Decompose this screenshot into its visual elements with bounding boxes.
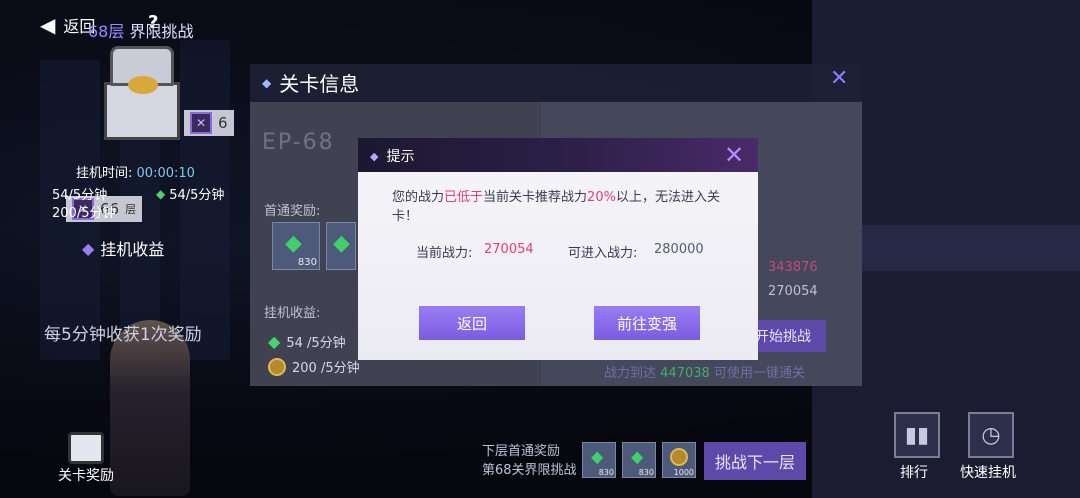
coin-icon bbox=[670, 448, 688, 466]
rank-label: 排行 bbox=[900, 465, 928, 481]
sweep-prefix: 战力到达 bbox=[604, 366, 657, 381]
idle-time-label: 挂机时间: bbox=[76, 166, 133, 181]
challenge-next-floor-button[interactable]: 挑战下一层 bbox=[704, 442, 806, 480]
gem-icon: ◆ bbox=[268, 332, 281, 351]
reward-item[interactable]: ◆ 830 bbox=[272, 222, 320, 270]
idle-time: 挂机时间: 00:00:10 bbox=[76, 162, 195, 181]
gem-icon: ◆ bbox=[285, 231, 302, 256]
gem-rate-left: 54/5分钟 bbox=[52, 188, 108, 203]
gem-icon: ◆ bbox=[631, 447, 644, 466]
idle-time-value: 00:00:10 bbox=[136, 166, 195, 181]
first-clear-reward-label: 首通奖励: bbox=[264, 204, 321, 219]
reward-interval-notice: 每5分钟收获1次奖励 bbox=[44, 325, 202, 345]
gem-rate-right: ◆ 54/5分钟 bbox=[156, 184, 225, 204]
reward-count: 830 bbox=[297, 257, 317, 268]
idle-reward-label: 挂机收益: bbox=[264, 306, 321, 321]
idle-coin-rate-value: 200 /5分钟 bbox=[292, 361, 360, 376]
reward-count: 1000 bbox=[673, 468, 694, 477]
back-arrow-icon: ◀ bbox=[40, 13, 56, 37]
dialog-back-button[interactable]: 返回 bbox=[419, 306, 525, 340]
diamond-bullet-icon: ◆ bbox=[262, 75, 272, 90]
stage-info-title: ◆ 关卡信息 bbox=[262, 68, 359, 97]
dialog-title-text: 提示 bbox=[386, 149, 415, 165]
earnings-label: 挂机收益 bbox=[100, 240, 165, 259]
msg-highlight1: 已低于 bbox=[444, 190, 484, 205]
chest-gold bbox=[128, 76, 158, 94]
episode-label: EP-68 bbox=[262, 130, 335, 155]
idle-gem-rate: ◆ 54 /5分钟 bbox=[268, 332, 346, 351]
stage-number: 6 bbox=[218, 114, 228, 132]
clock-icon: ◷ bbox=[981, 422, 1001, 448]
next-reward-item[interactable]: 1000 bbox=[662, 442, 696, 478]
recommended-power-value: 343876 bbox=[768, 260, 818, 275]
go-strengthen-button[interactable]: 前往变强 bbox=[594, 306, 700, 340]
stage-marker-upper[interactable]: ✕ 6 bbox=[184, 110, 234, 136]
next-reward-line1: 下层首通奖励 bbox=[482, 444, 561, 459]
character-sprite bbox=[110, 320, 190, 496]
warning-dialog: ◆ 提示 ✕ 您的战力已低于当前关卡推荐战力20%以上，无法进入关卡！ 当前战力… bbox=[358, 138, 758, 360]
dialog-title: ◆ 提示 bbox=[370, 146, 414, 166]
dialog-header bbox=[358, 138, 758, 172]
msg-part1: 您的战力 bbox=[392, 190, 445, 205]
required-power-label: 可进入战力: bbox=[568, 246, 638, 261]
floor-number: 68层 bbox=[88, 22, 125, 41]
diamond-icon: ◆ bbox=[82, 238, 95, 258]
next-reward-item[interactable]: ◆ 830 bbox=[622, 442, 656, 478]
idle-gem-rate-value: 54 /5分钟 bbox=[286, 336, 346, 351]
coin-icon bbox=[268, 357, 286, 376]
next-reward-line2: 第68关界限挑战 bbox=[482, 463, 577, 478]
rank-chart-icon: ▮▮ bbox=[904, 422, 930, 448]
dialog-message: 您的战力已低于当前关卡推荐战力20%以上，无法进入关卡！ bbox=[392, 188, 732, 226]
stage-suffix: 层 bbox=[125, 203, 137, 216]
current-power-value: 270054 bbox=[484, 242, 534, 257]
stage-icon: ✕ bbox=[190, 112, 212, 134]
treasure-chest-icon[interactable] bbox=[104, 46, 180, 146]
rank-button[interactable]: ▮▮ bbox=[894, 412, 940, 458]
reward-count: 830 bbox=[598, 468, 614, 477]
reward-item[interactable]: ◆ bbox=[326, 222, 356, 270]
idle-coin-rate: 200 /5分钟 bbox=[268, 357, 360, 376]
msg-part2: 当前关卡推荐战力 bbox=[483, 190, 588, 205]
gem-rate-right-value: 54/5分钟 bbox=[169, 188, 225, 203]
stage-info-close-icon[interactable]: ✕ bbox=[830, 66, 848, 91]
coin-rate-left: 200/5分钟 bbox=[52, 206, 116, 221]
gem-icon: ◆ bbox=[333, 231, 350, 256]
gem-icon: ◆ bbox=[591, 447, 604, 466]
required-power-value: 280000 bbox=[654, 242, 704, 257]
reward-count: 830 bbox=[638, 468, 654, 477]
quick-idle-button[interactable]: ◷ bbox=[968, 412, 1014, 458]
floor-challenge-title: 68层 界限挑战 bbox=[88, 18, 193, 42]
stage-info-title-text: 关卡信息 bbox=[279, 72, 360, 96]
challenge-title: 界限挑战 bbox=[129, 22, 194, 41]
dialog-close-icon[interactable]: ✕ bbox=[724, 141, 744, 169]
gem-icon: ◆ bbox=[156, 186, 166, 201]
msg-highlight2: 20% bbox=[587, 190, 616, 205]
next-floor-reward-label: 下层首通奖励 第68关界限挑战 bbox=[482, 442, 577, 480]
sweep-suffix: 可使用一键通关 bbox=[713, 366, 805, 381]
stage-reward-chest-icon[interactable] bbox=[68, 432, 104, 464]
sweep-value: 447038 bbox=[660, 366, 710, 381]
current-power-label: 当前战力: bbox=[416, 246, 473, 261]
stage-reward-label[interactable]: 关卡奖励 bbox=[58, 465, 114, 485]
my-power-value: 270054 bbox=[768, 284, 818, 299]
sparkle-icon: ◆ bbox=[370, 149, 379, 163]
sweep-requirement: 战力到达 447038 可使用一键通关 bbox=[604, 362, 805, 381]
next-reward-item[interactable]: ◆ 830 bbox=[582, 442, 616, 478]
idle-earnings-header: ◆ 挂机收益 bbox=[82, 236, 164, 260]
quick-idle-label: 快速挂机 bbox=[960, 465, 1016, 481]
